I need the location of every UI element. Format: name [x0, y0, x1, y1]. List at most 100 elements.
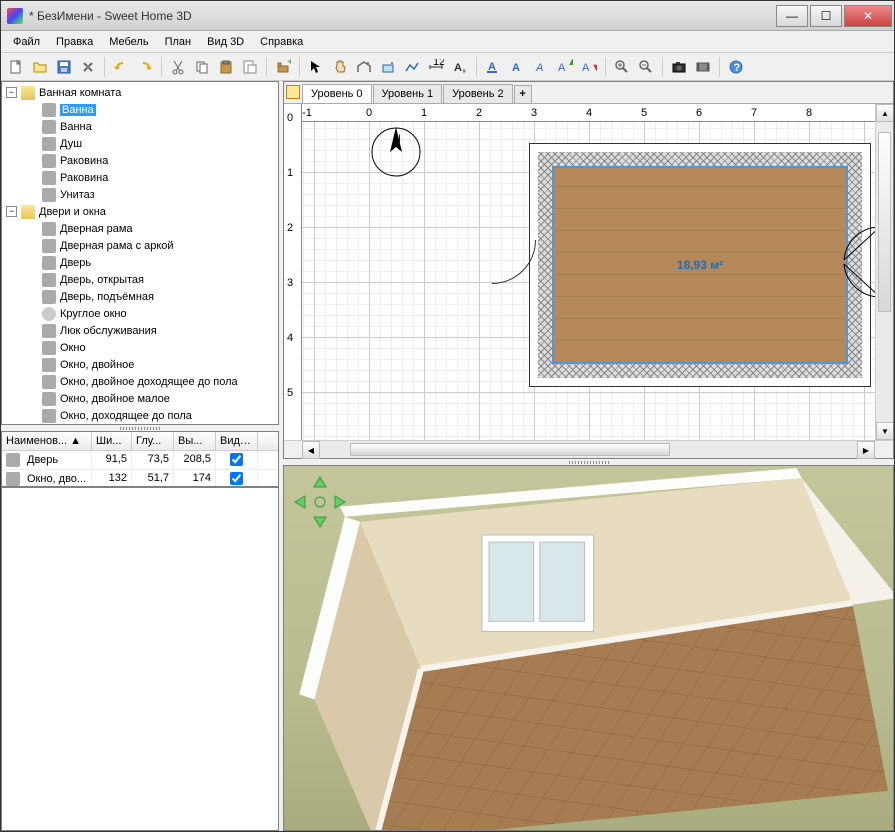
table-row[interactable]: Дверь 91,5 73,5 208,5	[2, 451, 278, 470]
decrease-font-icon[interactable]: A▼	[578, 56, 600, 78]
menu-edit[interactable]: Правка	[48, 34, 101, 50]
catalog-item[interactable]: Окно, малое	[4, 424, 276, 425]
paste-icon[interactable]	[215, 56, 237, 78]
item-label: Окно	[60, 342, 86, 354]
catalog-item[interactable]: Раковина	[4, 169, 276, 186]
catalog-item[interactable]: Дверь, открытая	[4, 271, 276, 288]
level-tab[interactable]: Уровень 1	[373, 84, 443, 103]
new-file-icon[interactable]	[5, 56, 27, 78]
open-file-icon[interactable]	[29, 56, 51, 78]
furniture-icon	[42, 375, 56, 389]
catalog-item[interactable]: Дверь	[4, 254, 276, 271]
collapse-icon[interactable]: −	[6, 206, 17, 217]
increase-font-icon[interactable]: A▲	[554, 56, 576, 78]
catalog-item[interactable]: Окно	[4, 339, 276, 356]
create-dimension-icon[interactable]: 123	[425, 56, 447, 78]
rotate-down-button[interactable]	[311, 512, 329, 530]
furniture-table[interactable]: Наименов... ▲ Ши... Глу... Вы... Види...…	[1, 431, 279, 487]
delete-icon[interactable]	[239, 56, 261, 78]
compass-icon[interactable]: N	[368, 122, 424, 178]
menu-file[interactable]: Файл	[5, 34, 48, 50]
scroll-up-icon[interactable]: ▲	[876, 104, 893, 122]
table-row[interactable]: Окно, дво... 132 51,7 174	[2, 470, 278, 487]
catalog-item[interactable]: Ванна	[4, 118, 276, 135]
create-video-icon[interactable]	[692, 56, 714, 78]
plan-scrollbar-h[interactable]: ◀ ▶	[284, 440, 893, 458]
room-floor[interactable]: 18,93 м²	[554, 168, 846, 362]
level-tab[interactable]: Уровень 2	[443, 84, 513, 103]
add-level-button[interactable]: +	[514, 85, 532, 103]
copy-icon[interactable]	[191, 56, 213, 78]
catalog-item[interactable]: Окно, доходящее до пола	[4, 407, 276, 424]
col-depth[interactable]: Глу...	[132, 432, 174, 450]
text-color-icon[interactable]: A	[482, 56, 504, 78]
level-lock-icon[interactable]	[286, 85, 300, 99]
visible-checkbox[interactable]	[230, 453, 243, 466]
item-label: Окно, двойное	[60, 359, 134, 371]
zoom-out-icon[interactable]	[635, 56, 657, 78]
create-polyline-icon[interactable]	[401, 56, 423, 78]
col-visible[interactable]: Види...	[216, 432, 258, 450]
catalog-item[interactable]: Ванна	[4, 101, 276, 118]
cut-icon[interactable]	[167, 56, 189, 78]
catalog-item[interactable]: Раковина	[4, 152, 276, 169]
rotate-left-button[interactable]	[292, 493, 310, 511]
text-italic-icon[interactable]: A	[530, 56, 552, 78]
redo-icon[interactable]	[134, 56, 156, 78]
create-text-icon[interactable]: A	[449, 56, 471, 78]
level-tab[interactable]: Уровень 0	[302, 84, 372, 103]
create-room-icon[interactable]	[377, 56, 399, 78]
menu-furniture[interactable]: Мебель	[101, 34, 156, 50]
zoom-in-icon[interactable]	[611, 56, 633, 78]
visible-checkbox[interactable]	[230, 472, 243, 485]
save-file-icon[interactable]	[53, 56, 75, 78]
catalog-item[interactable]: Дверная рама с аркой	[4, 237, 276, 254]
col-width[interactable]: Ши...	[92, 432, 132, 450]
col-name[interactable]: Наименов... ▲	[2, 432, 92, 450]
scroll-thumb[interactable]	[350, 443, 670, 456]
close-button[interactable]: ✕	[844, 5, 892, 27]
col-height[interactable]: Вы...	[174, 432, 216, 450]
catalog-category[interactable]: − Двери и окна	[4, 203, 276, 220]
cell-visible[interactable]	[216, 470, 258, 487]
plan-scrollbar-v[interactable]: ▲ ▼	[875, 104, 893, 440]
room-walls[interactable]: 18,93 м²	[530, 144, 870, 386]
menu-plan[interactable]: План	[157, 34, 200, 50]
rotate-up-button[interactable]	[311, 474, 329, 492]
titlebar[interactable]: * БезИмени - Sweet Home 3D — ☐ ✕	[1, 1, 894, 31]
rotate-right-button[interactable]	[330, 493, 348, 511]
catalog-item[interactable]: Окно, двойное малое	[4, 390, 276, 407]
cell-visible[interactable]	[216, 451, 258, 469]
scroll-down-icon[interactable]: ▼	[876, 422, 893, 440]
catalog-item[interactable]: Дверь, подъёмная	[4, 288, 276, 305]
catalog-item[interactable]: Унитаз	[4, 186, 276, 203]
catalog-item[interactable]: Душ	[4, 135, 276, 152]
menu-help[interactable]: Справка	[252, 34, 311, 50]
catalog-item[interactable]: Круглое окно	[4, 305, 276, 322]
create-walls-icon[interactable]	[353, 56, 375, 78]
pan-icon[interactable]	[329, 56, 351, 78]
create-photo-icon[interactable]	[668, 56, 690, 78]
scroll-left-icon[interactable]: ◀	[302, 441, 320, 459]
help-icon[interactable]: ?	[725, 56, 747, 78]
view-3d[interactable]	[283, 465, 894, 831]
catalog-item[interactable]: Люк обслуживания	[4, 322, 276, 339]
undo-icon[interactable]	[110, 56, 132, 78]
catalog-tree[interactable]: − Ванная комната Ванна Ванна Душ Раковин…	[1, 81, 279, 425]
text-bold-icon[interactable]: A	[506, 56, 528, 78]
catalog-item[interactable]: Окно, двойное	[4, 356, 276, 373]
scroll-thumb[interactable]	[878, 132, 891, 312]
window-swing-icon[interactable]	[832, 222, 875, 302]
catalog-item[interactable]: Окно, двойное доходящее до пола	[4, 373, 276, 390]
scroll-right-icon[interactable]: ▶	[857, 441, 875, 459]
preferences-icon[interactable]	[77, 56, 99, 78]
minimize-button[interactable]: —	[776, 5, 808, 27]
collapse-icon[interactable]: −	[6, 87, 17, 98]
menu-view3d[interactable]: Вид 3D	[199, 34, 252, 50]
catalog-item[interactable]: Дверная рама	[4, 220, 276, 237]
add-furniture-icon[interactable]: +	[272, 56, 294, 78]
select-icon[interactable]	[305, 56, 327, 78]
maximize-button[interactable]: ☐	[810, 5, 842, 27]
plan-canvas[interactable]: N 18,93 м²	[302, 122, 875, 440]
catalog-category[interactable]: − Ванная комната	[4, 84, 276, 101]
